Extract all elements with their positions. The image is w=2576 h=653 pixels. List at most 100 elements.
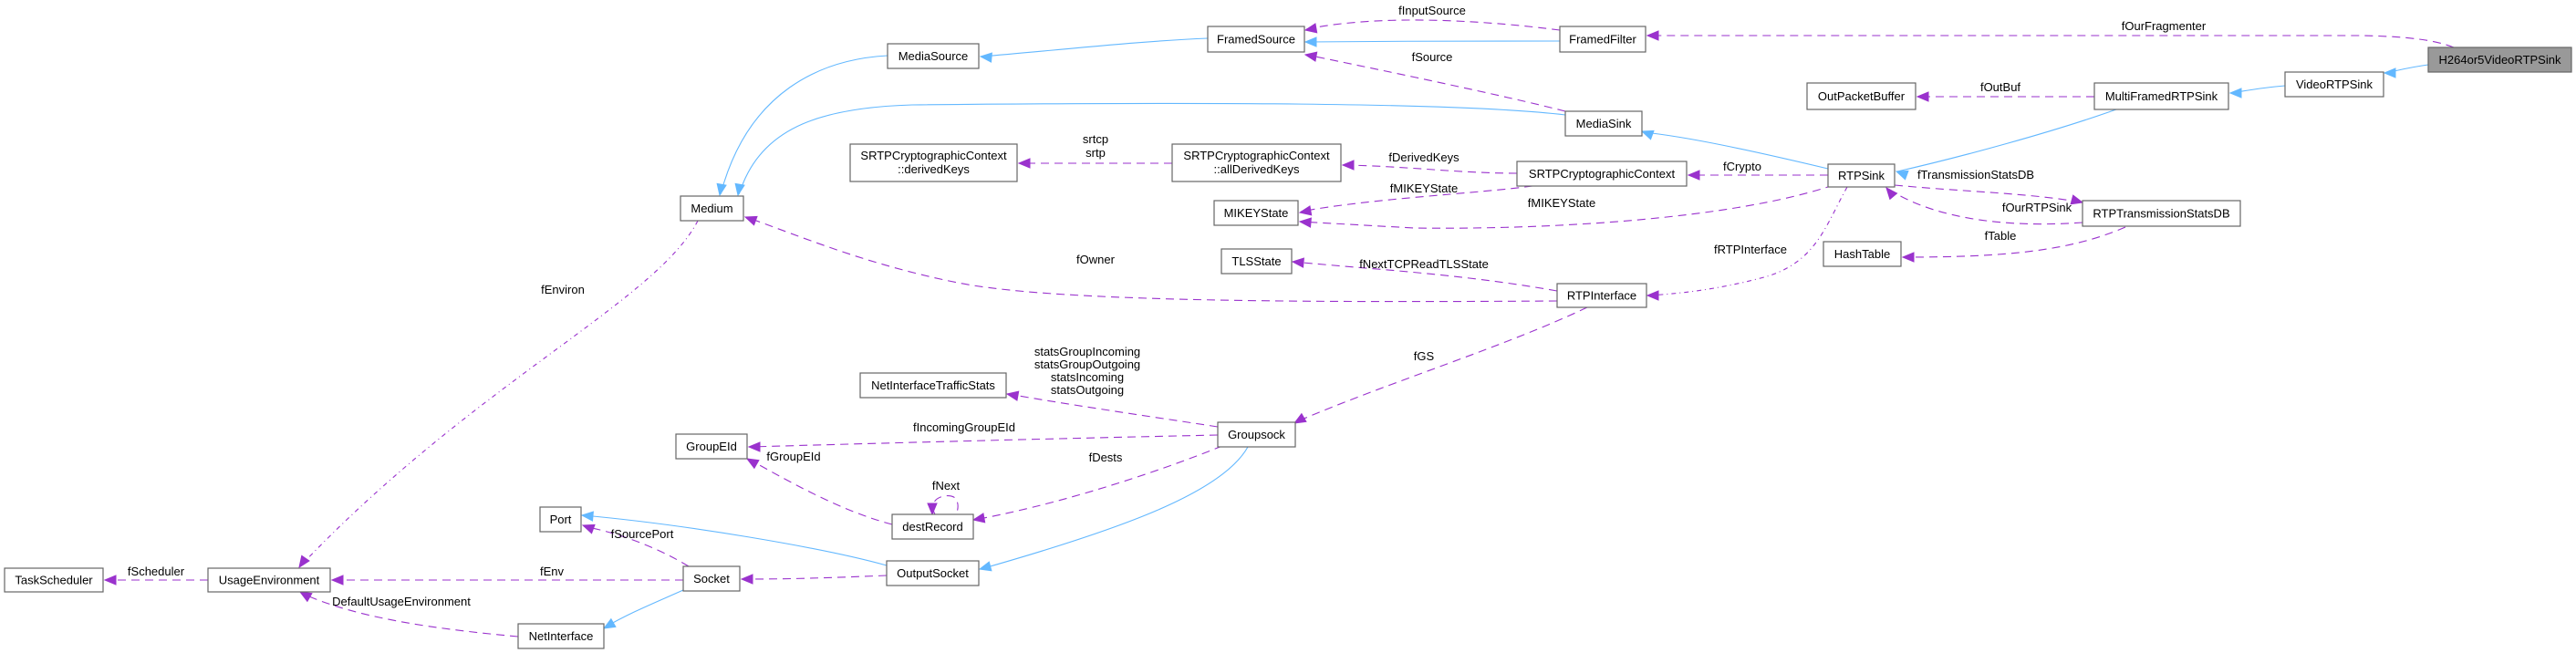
edge-label: fOwner: [1076, 253, 1116, 266]
edge-line: [604, 589, 684, 628]
member-arrowhead-icon: [1687, 170, 1700, 181]
class-node-HashTable[interactable]: HashTable: [1823, 241, 1902, 267]
edge-line: [1647, 186, 1848, 296]
edge-label: fSource: [1412, 50, 1453, 64]
edge-line: [749, 434, 1219, 448]
edge-label: fTransmissionStatsDB: [1917, 168, 2034, 181]
member-edge-H264or5VideoRTPSink-to-FramedFilter: [1646, 30, 2455, 48]
class-node-OutputSocket[interactable]: OutputSocket: [886, 560, 980, 586]
class-node-OutPacketBuffer[interactable]: OutPacketBuffer: [1806, 82, 1916, 110]
edge-line: [1294, 306, 1588, 423]
inheritance-arrowhead-icon: [2383, 67, 2396, 78]
edge-line: [1343, 164, 1518, 174]
class-node-MediaSource[interactable]: MediaSource: [887, 43, 980, 69]
node-label: SRTPCryptographicContext: [1529, 167, 1676, 181]
edge-label: fMIKEYState: [1390, 181, 1458, 195]
member-edge-destRecord-to-GroupEId: [745, 458, 893, 525]
collaboration-diagram: fOurFragmenter fOutBuf fCrypto fMIKEYState f…: [4, 4, 2572, 649]
node-label: TaskScheduler: [15, 573, 93, 586]
class-node-NetInterfaceTrafficStats[interactable]: NetInterfaceTrafficStats: [859, 372, 1007, 399]
edge-label: srtcp: [1083, 132, 1108, 146]
node-label: HashTable: [1834, 247, 1890, 261]
inheritance-edge-FramedFilter-to-FramedSource: [1304, 36, 1561, 47]
member-arrowhead-icon: [1298, 217, 1312, 228]
node-label: RTPSink: [1838, 169, 1885, 182]
inheritance-arrowhead-icon: [2228, 88, 2242, 98]
member-arrowhead-icon: [927, 503, 938, 516]
class-node-UsageEnvironment[interactable]: UsageEnvironment: [207, 567, 331, 593]
inheritance-edge-Socket-to-NetInterface: [602, 589, 684, 629]
edge-line: [1305, 40, 1561, 43]
member-edge-Socket-to-UsageEnvironment: [330, 575, 683, 586]
class-node-RTPSink[interactable]: RTPSink: [1827, 163, 1896, 188]
class-node-TLSState[interactable]: TLSState: [1220, 248, 1293, 275]
edge-label: fIncomingGroupEId: [913, 420, 1015, 434]
node-label: Medium: [691, 202, 732, 215]
class-node-FramedFilter[interactable]: FramedFilter: [1559, 26, 1646, 53]
member-edge-SRTPAllDerivedKeys-to-SRTPDerivedKeys: [1017, 158, 1172, 169]
inheritance-edge-Groupsock-to-OutputSocket: [978, 446, 1249, 572]
edge-line: [1007, 393, 1219, 428]
edge-label: fEnv: [540, 565, 565, 578]
member-arrowhead-icon: [1298, 205, 1313, 216]
member-arrowhead-icon: [743, 215, 758, 226]
node-label: Socket: [693, 572, 730, 586]
class-node-RTPInterface[interactable]: RTPInterface: [1556, 283, 1647, 308]
class-node-MediaSink[interactable]: MediaSink: [1564, 110, 1643, 137]
edge-label: statsIncoming: [1051, 370, 1124, 384]
edge-label: fMIKEYState: [1528, 196, 1595, 210]
class-node-destRecord[interactable]: destRecord: [891, 513, 974, 540]
class-node-MIKEYState[interactable]: MIKEYState: [1213, 200, 1299, 226]
class-node-H264or5VideoRTPSink[interactable]: H264or5VideoRTPSink: [2427, 47, 2572, 73]
class-node-Groupsock[interactable]: Groupsock: [1217, 421, 1296, 448]
class-node-SRTPAllDerivedKeys[interactable]: SRTPCryptographicContext::allDerivedKeys: [1171, 143, 1342, 182]
class-node-Port[interactable]: Port: [539, 506, 582, 533]
edge-line: [300, 220, 699, 566]
class-node-Medium[interactable]: Medium: [680, 195, 744, 222]
member-arrowhead-icon: [103, 575, 117, 586]
member-arrowhead-icon: [1916, 91, 1929, 102]
inheritance-edge-H264or5VideoRTPSink-to-VideoRTPSink: [2383, 64, 2429, 78]
edge-label: statsGroupIncoming: [1034, 345, 1140, 358]
class-node-VideoRTPSink[interactable]: VideoRTPSink: [2284, 71, 2384, 98]
edge-label: fOurFragmenter: [2122, 19, 2207, 33]
edge-label: fNext: [932, 479, 961, 492]
node-label: NetInterfaceTrafficStats: [871, 378, 995, 392]
class-node-NetInterface[interactable]: NetInterface: [517, 623, 605, 649]
node-label: MIKEYState: [1224, 206, 1289, 220]
member-arrowhead-icon: [1005, 390, 1020, 401]
edge-label: fTable: [1985, 229, 2017, 243]
class-node-Socket[interactable]: Socket: [682, 565, 741, 592]
node-label: NetInterface: [529, 629, 594, 643]
member-arrowhead-icon: [1304, 23, 1318, 34]
class-node-SRTPCryptographicContext[interactable]: SRTPCryptographicContext: [1516, 161, 1688, 187]
node-label-line2: ::derivedKeys: [898, 162, 970, 176]
edge-label: fGroupEId: [766, 450, 820, 463]
inheritance-arrowhead-icon: [602, 617, 617, 629]
member-arrowhead-icon: [330, 575, 344, 586]
member-arrowhead-icon: [298, 591, 313, 603]
member-arrowhead-icon: [1304, 51, 1318, 62]
node-label: MediaSource: [898, 49, 969, 63]
edge-label: fOurRTPSink: [2002, 201, 2072, 214]
node-label: Groupsock: [1228, 428, 1285, 441]
node-label: RTPTransmissionStatsDB: [2093, 206, 2229, 220]
edge-label: fNextTCPReadTLSState: [1359, 257, 1489, 271]
class-node-TaskScheduler[interactable]: TaskScheduler: [4, 567, 104, 593]
edge-line: [1305, 19, 1561, 31]
class-node-RTPTransmissionStatsDB[interactable]: RTPTransmissionStatsDB: [2082, 200, 2241, 227]
member-arrowhead-icon: [1291, 257, 1304, 268]
class-node-FramedSource[interactable]: FramedSource: [1207, 26, 1305, 53]
class-node-GroupEId[interactable]: GroupEId: [675, 433, 748, 460]
inheritance-arrowhead-icon: [1640, 130, 1655, 140]
edge-label: fOutBuf: [1980, 80, 2020, 94]
class-node-SRTPDerivedKeys[interactable]: SRTPCryptographicContext::derivedKeys: [849, 143, 1018, 182]
edges-layer: [103, 19, 2455, 637]
edge-label: fSourcePort: [611, 527, 674, 541]
class-node-MultiFramedRTPSink[interactable]: MultiFramedRTPSink: [2093, 82, 2229, 110]
member-arrowhead-icon: [745, 458, 760, 470]
edge-label: fGS: [1414, 349, 1435, 363]
node-label: OutputSocket: [897, 566, 969, 580]
member-arrowhead-icon: [2070, 194, 2084, 205]
member-arrowhead-icon: [1341, 160, 1355, 171]
